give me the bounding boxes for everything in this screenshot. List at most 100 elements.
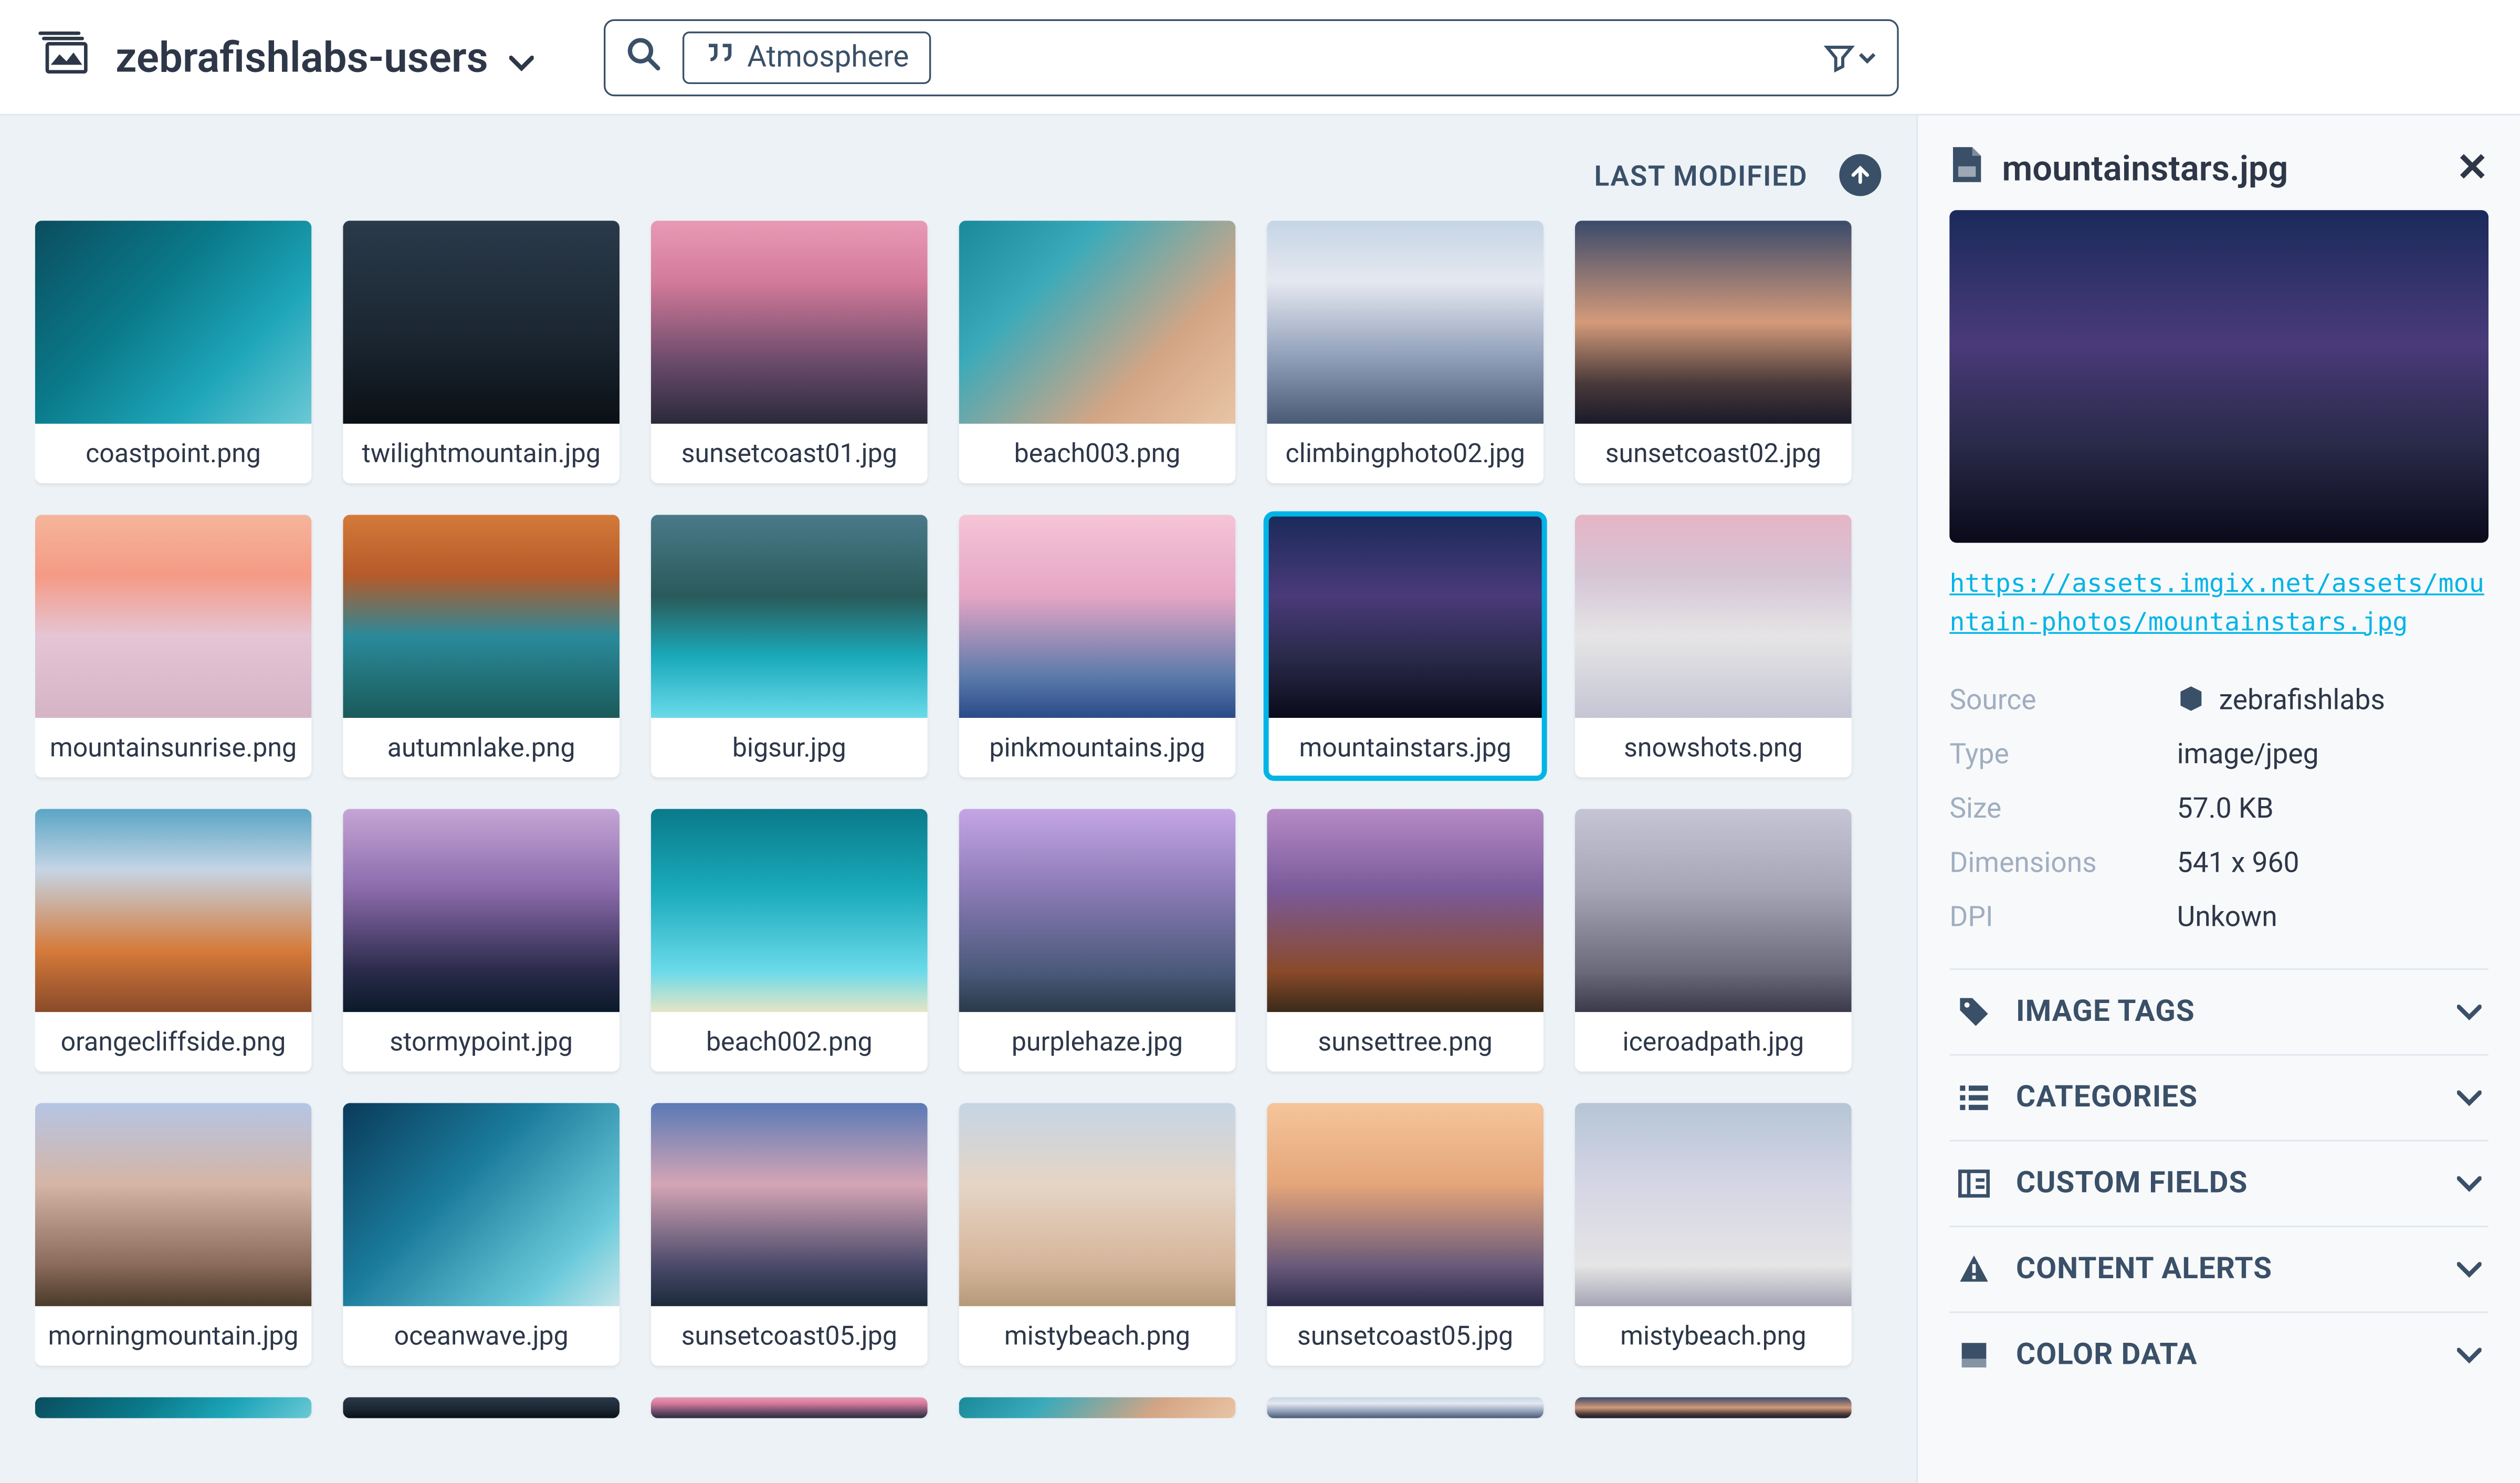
search-bar[interactable]: Atmosphere <box>604 18 1899 96</box>
asset-card[interactable]: mountainstars.jpg <box>1267 515 1544 777</box>
asset-card[interactable]: sunsetcoast05.jpg <box>1267 1103 1544 1365</box>
asset-thumbnail <box>959 809 1236 1012</box>
chevron-down-icon <box>2457 1080 2482 1113</box>
meta-type-value: image/jpeg <box>2177 736 2319 769</box>
asset-card[interactable]: sunsetcoast05.jpg <box>651 1103 928 1365</box>
asset-thumbnail <box>1267 515 1544 718</box>
file-image-icon <box>1949 143 1984 192</box>
asset-card[interactable]: mistybeach.png <box>1575 1103 1852 1365</box>
chevron-down-icon <box>509 33 534 81</box>
asset-card[interactable]: purplehaze.jpg <box>959 809 1236 1071</box>
asset-thumbnail <box>35 1397 312 1418</box>
section-content-alerts[interactable]: CONTENT ALERTS <box>1949 1225 2488 1310</box>
quote-icon <box>705 39 733 75</box>
asset-card[interactable]: iceroadpath.jpg <box>1575 809 1852 1071</box>
asset-thumbnail <box>343 221 620 424</box>
asset-filename: bigsur.jpg <box>651 718 928 777</box>
section-label: IMAGE TAGS <box>2016 994 2195 1029</box>
asset-card[interactable] <box>343 1397 620 1418</box>
tag-icon <box>1957 994 1992 1029</box>
asset-filename: mistybeach.png <box>1575 1306 1852 1365</box>
asset-url-link[interactable]: https://assets.imgix.net/assets/mountain… <box>1949 567 2488 643</box>
section-color-data[interactable]: COLOR DATA <box>1949 1311 2488 1396</box>
asset-card[interactable]: stormypoint.jpg <box>343 809 620 1071</box>
asset-filename: autumnlake.png <box>343 718 620 777</box>
section-categories[interactable]: CATEGORIES <box>1949 1053 2488 1139</box>
asset-filename: mistybeach.png <box>959 1306 1236 1365</box>
asset-card[interactable]: climbingphoto02.jpg <box>1267 221 1544 483</box>
asset-filename: twilightmountain.jpg <box>343 424 620 483</box>
search-tag[interactable]: Atmosphere <box>682 30 932 83</box>
search-icon <box>626 36 662 78</box>
asset-card[interactable]: orangecliffside.png <box>35 809 312 1071</box>
asset-filename: pinkmountains.jpg <box>959 718 1236 777</box>
meta-type-label: Type <box>1949 736 2177 769</box>
asset-card[interactable]: beach002.png <box>651 809 928 1071</box>
close-button[interactable]: ✕ <box>2456 146 2488 190</box>
asset-card[interactable]: snowshots.png <box>1575 515 1852 777</box>
asset-card[interactable]: twilightmountain.jpg <box>343 221 620 483</box>
workspace-name: zebrafishlabs-users <box>116 33 488 81</box>
asset-card[interactable]: sunsetcoast01.jpg <box>651 221 928 483</box>
asset-filename: orangecliffside.png <box>35 1012 312 1071</box>
asset-card[interactable]: mistybeach.png <box>959 1103 1236 1365</box>
asset-thumbnail <box>1575 1103 1852 1306</box>
section-image-tags[interactable]: IMAGE TAGS <box>1949 967 2488 1053</box>
asset-card[interactable] <box>1575 1397 1852 1418</box>
details-filename: mountainstars.jpg <box>2002 147 2439 189</box>
header-bar: zebrafishlabs-users Atmosphere <box>0 0 2520 116</box>
asset-card[interactable] <box>959 1397 1236 1418</box>
section-label: CATEGORIES <box>2016 1079 2198 1114</box>
asset-filename: sunsetcoast05.jpg <box>651 1306 928 1365</box>
meta-source-value: zebrafishlabs <box>2177 682 2385 715</box>
preview-image <box>1949 210 2488 542</box>
asset-card[interactable] <box>35 1397 312 1418</box>
asset-thumbnail <box>1267 809 1544 1012</box>
asset-filename: beach002.png <box>651 1012 928 1071</box>
asset-card[interactable]: sunsetcoast02.jpg <box>1575 221 1852 483</box>
asset-thumbnail <box>959 221 1236 424</box>
asset-filename: coastpoint.png <box>35 424 312 483</box>
section-label: CONTENT ALERTS <box>2016 1251 2272 1286</box>
asset-card[interactable]: pinkmountains.jpg <box>959 515 1236 777</box>
asset-card[interactable] <box>651 1397 928 1418</box>
asset-thumbnail <box>651 1397 928 1418</box>
asset-thumbnail <box>343 1103 620 1306</box>
asset-thumbnail <box>1575 809 1852 1012</box>
asset-filename: sunsettree.png <box>1267 1012 1544 1071</box>
asset-thumbnail <box>651 221 928 424</box>
asset-filename: sunsetcoast05.jpg <box>1267 1306 1544 1365</box>
asset-thumbnail <box>651 809 928 1012</box>
asset-thumbnail <box>1267 1103 1544 1306</box>
asset-card[interactable]: autumnlake.png <box>343 515 620 777</box>
meta-dpi-value: Unkown <box>2177 899 2277 932</box>
asset-filename: stormypoint.jpg <box>343 1012 620 1071</box>
meta-dpi-label: DPI <box>1949 899 2177 932</box>
filter-button[interactable] <box>1823 41 1876 72</box>
section-custom-fields[interactable]: CUSTOM FIELDS <box>1949 1139 2488 1225</box>
sort-direction-button[interactable] <box>1839 154 1881 196</box>
asset-filename: oceanwave.jpg <box>343 1306 620 1365</box>
asset-filename: purplehaze.jpg <box>959 1012 1236 1071</box>
sort-label[interactable]: LAST MODIFIED <box>1594 159 1808 192</box>
asset-thumbnail <box>959 1397 1236 1418</box>
asset-card[interactable]: beach003.png <box>959 221 1236 483</box>
asset-card[interactable]: mountainsunrise.png <box>35 515 312 777</box>
chevron-down-icon <box>2457 1166 2482 1199</box>
asset-filename: beach003.png <box>959 424 1236 483</box>
asset-filename: sunsetcoast01.jpg <box>651 424 928 483</box>
asset-card[interactable]: bigsur.jpg <box>651 515 928 777</box>
asset-card[interactable]: coastpoint.png <box>35 221 312 483</box>
workspace-selector[interactable]: zebrafishlabs-users <box>35 27 534 87</box>
swatch-icon <box>1957 1337 1992 1372</box>
asset-thumbnail <box>959 1103 1236 1306</box>
asset-card[interactable]: morningmountain.jpg <box>35 1103 312 1365</box>
asset-card[interactable]: sunsettree.png <box>1267 809 1544 1071</box>
asset-card[interactable]: oceanwave.jpg <box>343 1103 620 1365</box>
asset-filename: mountainsunrise.png <box>35 718 312 777</box>
asset-filename: morningmountain.jpg <box>35 1306 312 1365</box>
asset-card[interactable] <box>1267 1397 1544 1418</box>
asset-thumbnail <box>35 515 312 718</box>
section-label: COLOR DATA <box>2016 1337 2198 1372</box>
asset-filename: sunsetcoast02.jpg <box>1575 424 1852 483</box>
